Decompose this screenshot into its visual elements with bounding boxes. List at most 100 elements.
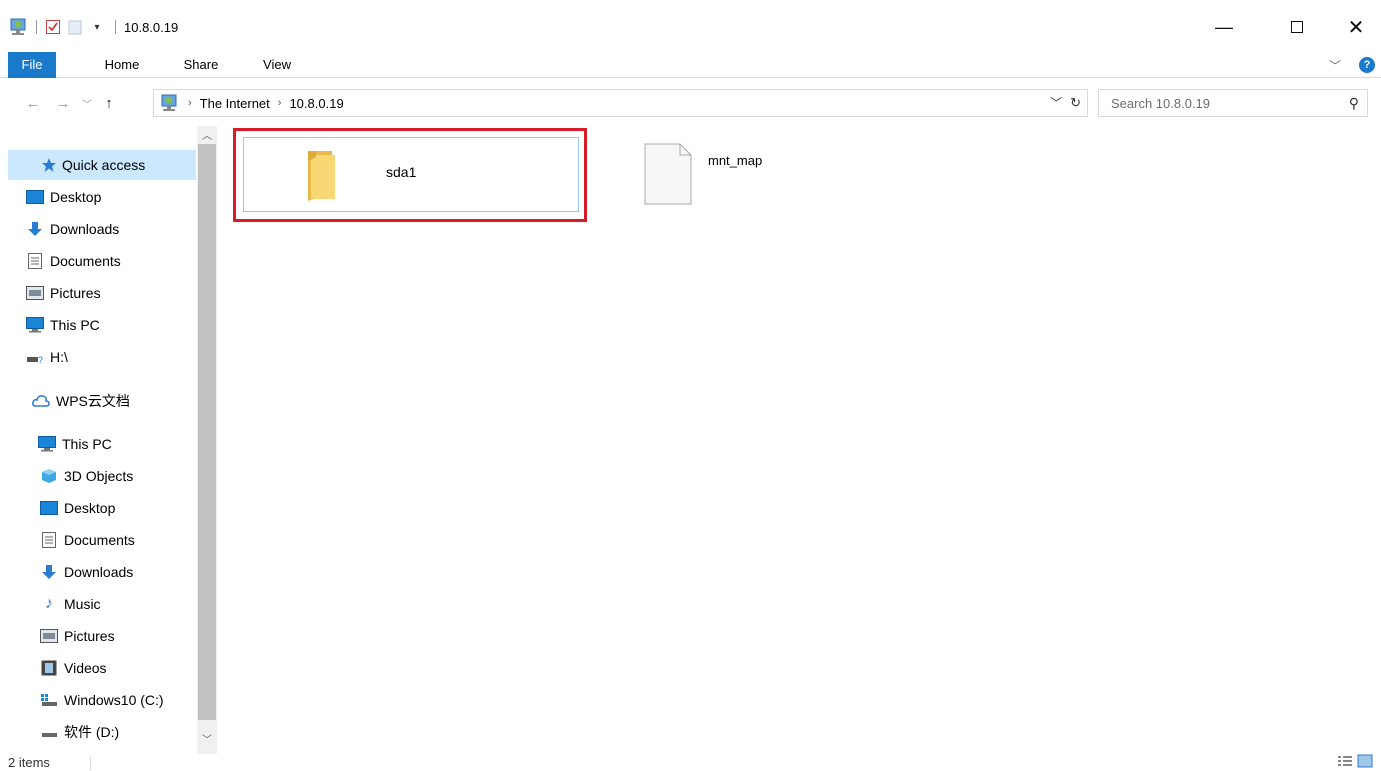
new-folder-icon[interactable] bbox=[65, 17, 85, 37]
network-location-icon bbox=[160, 94, 178, 112]
sidebar-item-quick-access[interactable]: Quick access bbox=[8, 150, 196, 180]
sidebar-item-d-drive[interactable]: 软件 (D:) bbox=[26, 717, 196, 747]
breadcrumb-the-internet[interactable]: The Internet bbox=[200, 96, 270, 111]
forward-button[interactable]: → bbox=[52, 92, 74, 114]
sidebar-item-label: H:\ bbox=[50, 349, 68, 365]
pictures-icon bbox=[26, 285, 44, 301]
sidebar-item-videos[interactable]: Videos bbox=[26, 653, 196, 683]
sidebar-item-this-pc-pinned[interactable]: This PC ✦ bbox=[26, 310, 212, 340]
forward-arrow-icon: → bbox=[55, 94, 71, 112]
sidebar-item-desktop-pc[interactable]: Desktop bbox=[26, 493, 196, 523]
navigation-pane: Quick access Desktop ✦ Downloads ✦ Docum… bbox=[0, 126, 218, 754]
tab-home[interactable]: Home bbox=[96, 52, 148, 78]
address-row: ← → ﹀ ↑ › The Internet › 10.8.0.19 ﹀ ↻ S… bbox=[0, 86, 1381, 120]
downloads-icon bbox=[40, 564, 58, 580]
sidebar-item-c-drive[interactable]: Windows10 (C:) bbox=[26, 685, 196, 715]
toolbar-separator bbox=[115, 20, 116, 34]
sidebar-item-label: Videos bbox=[64, 660, 107, 676]
sidebar-item-wps-cloud[interactable]: WPS云文档 bbox=[8, 386, 196, 416]
maximize-icon bbox=[1291, 21, 1303, 33]
sidebar-item-label: Pictures bbox=[64, 628, 115, 644]
minimize-button[interactable]: — bbox=[1201, 12, 1247, 42]
toolbar-separator bbox=[36, 20, 37, 34]
sidebar-item-downloads-pc[interactable]: Downloads bbox=[26, 557, 196, 587]
chevron-down-icon: ﹀ bbox=[82, 99, 92, 111]
sidebar-item-desktop[interactable]: Desktop ✦ bbox=[26, 182, 212, 212]
sidebar-item-label: Quick access bbox=[62, 157, 146, 173]
close-icon: ✕ bbox=[1347, 16, 1365, 39]
sidebar-item-3d-objects[interactable]: 3D Objects bbox=[26, 461, 196, 491]
file-icon bbox=[644, 143, 692, 208]
scroll-down-icon[interactable]: ﹀ bbox=[198, 732, 216, 750]
window-title: 10.8.0.19 bbox=[124, 19, 179, 35]
sidebar-item-documents[interactable]: Documents ✦ bbox=[26, 246, 212, 276]
folder-item-sda1[interactable]: sda1 bbox=[243, 137, 579, 212]
sidebar-item-documents-pc[interactable]: Documents bbox=[26, 525, 196, 555]
search-input[interactable]: Search 10.8.0.19 ⚲ bbox=[1098, 89, 1368, 117]
documents-icon bbox=[26, 253, 44, 269]
refresh-icon[interactable]: ↻ bbox=[1070, 95, 1081, 111]
breadcrumb-current[interactable]: 10.8.0.19 bbox=[289, 96, 343, 111]
close-button[interactable]: ✕ bbox=[1333, 12, 1379, 42]
status-separator bbox=[90, 756, 91, 770]
sidebar-item-label: Documents bbox=[50, 253, 121, 269]
sidebar-item-label: Music bbox=[64, 596, 101, 612]
svg-text:?: ? bbox=[38, 355, 43, 364]
expand-ribbon-chevron-icon[interactable]: ﹀ bbox=[1329, 57, 1341, 74]
file-item-mnt-map[interactable]: mnt_map bbox=[640, 140, 940, 210]
item-count: 2 items bbox=[8, 755, 50, 770]
customize-dropdown-icon[interactable]: ▾ bbox=[87, 17, 107, 37]
sidebar-scrollbar-thumb[interactable] bbox=[198, 144, 216, 720]
details-view-icon[interactable] bbox=[1337, 754, 1353, 768]
up-button[interactable]: ↑ bbox=[98, 92, 120, 114]
network-location-icon[interactable] bbox=[8, 17, 28, 37]
up-arrow-icon: ↑ bbox=[105, 94, 113, 112]
properties-check-icon[interactable] bbox=[43, 17, 63, 37]
downloads-icon bbox=[26, 221, 44, 237]
sidebar-item-pictures[interactable]: Pictures ✦ bbox=[26, 278, 212, 308]
sidebar-item-label: 软件 (D:) bbox=[64, 724, 120, 740]
tab-file[interactable]: File bbox=[8, 52, 56, 78]
address-dropdown-icon[interactable]: ﹀ bbox=[1050, 94, 1062, 111]
sidebar-item-label: Desktop bbox=[64, 500, 116, 516]
sidebar-item-this-pc[interactable]: This PC bbox=[8, 429, 196, 459]
monitor-icon bbox=[26, 317, 44, 333]
sidebar-item-label: This PC bbox=[50, 317, 100, 333]
star-icon bbox=[40, 157, 58, 173]
cloud-icon bbox=[32, 393, 50, 409]
drive-icon bbox=[40, 724, 58, 740]
network-drive-icon: ? bbox=[26, 349, 44, 365]
large-icons-view-icon[interactable] bbox=[1357, 754, 1373, 768]
sidebar-item-label: Desktop bbox=[50, 189, 102, 205]
sidebar-item-label: Pictures bbox=[50, 285, 101, 301]
view-toggle-group bbox=[1337, 754, 1373, 768]
status-bar: 2 items bbox=[0, 754, 1381, 771]
quick-access-toolbar: ▾ 10.8.0.19 bbox=[8, 16, 178, 38]
back-button[interactable]: ← bbox=[22, 92, 44, 114]
sidebar-item-label: Windows10 (C:) bbox=[64, 692, 164, 708]
breadcrumb-separator-icon[interactable]: › bbox=[278, 97, 282, 109]
breadcrumb-separator-icon[interactable]: › bbox=[188, 97, 192, 109]
folder-icon bbox=[302, 147, 342, 206]
tab-share[interactable]: Share bbox=[175, 52, 227, 78]
tab-view[interactable]: View bbox=[251, 52, 303, 78]
sidebar-item-downloads[interactable]: Downloads ✦ bbox=[26, 214, 212, 244]
sidebar-item-music[interactable]: ♪ Music bbox=[26, 589, 196, 619]
address-bar[interactable]: › The Internet › 10.8.0.19 ﹀ ↻ bbox=[153, 89, 1088, 117]
item-name: sda1 bbox=[386, 164, 417, 180]
address-actions: ﹀ ↻ bbox=[1050, 94, 1081, 111]
maximize-button[interactable] bbox=[1274, 12, 1320, 42]
desktop-icon bbox=[40, 500, 58, 516]
windows-drive-icon bbox=[40, 692, 58, 708]
music-note-icon: ♪ bbox=[45, 595, 53, 612]
search-icon[interactable]: ⚲ bbox=[1349, 95, 1359, 112]
minimize-icon: — bbox=[1215, 16, 1233, 37]
sidebar-item-label: This PC bbox=[62, 436, 112, 452]
sidebar-item-label: WPS云文档 bbox=[56, 393, 130, 409]
title-bar: ▾ 10.8.0.19 — ✕ bbox=[0, 0, 1381, 50]
help-icon[interactable]: ? bbox=[1359, 57, 1375, 73]
recent-locations-button[interactable]: ﹀ bbox=[76, 92, 98, 114]
sidebar-item-pictures-pc[interactable]: Pictures bbox=[26, 621, 196, 651]
sidebar-item-h-drive[interactable]: ? H:\ ✦ bbox=[26, 342, 212, 372]
desktop-icon bbox=[26, 189, 44, 205]
